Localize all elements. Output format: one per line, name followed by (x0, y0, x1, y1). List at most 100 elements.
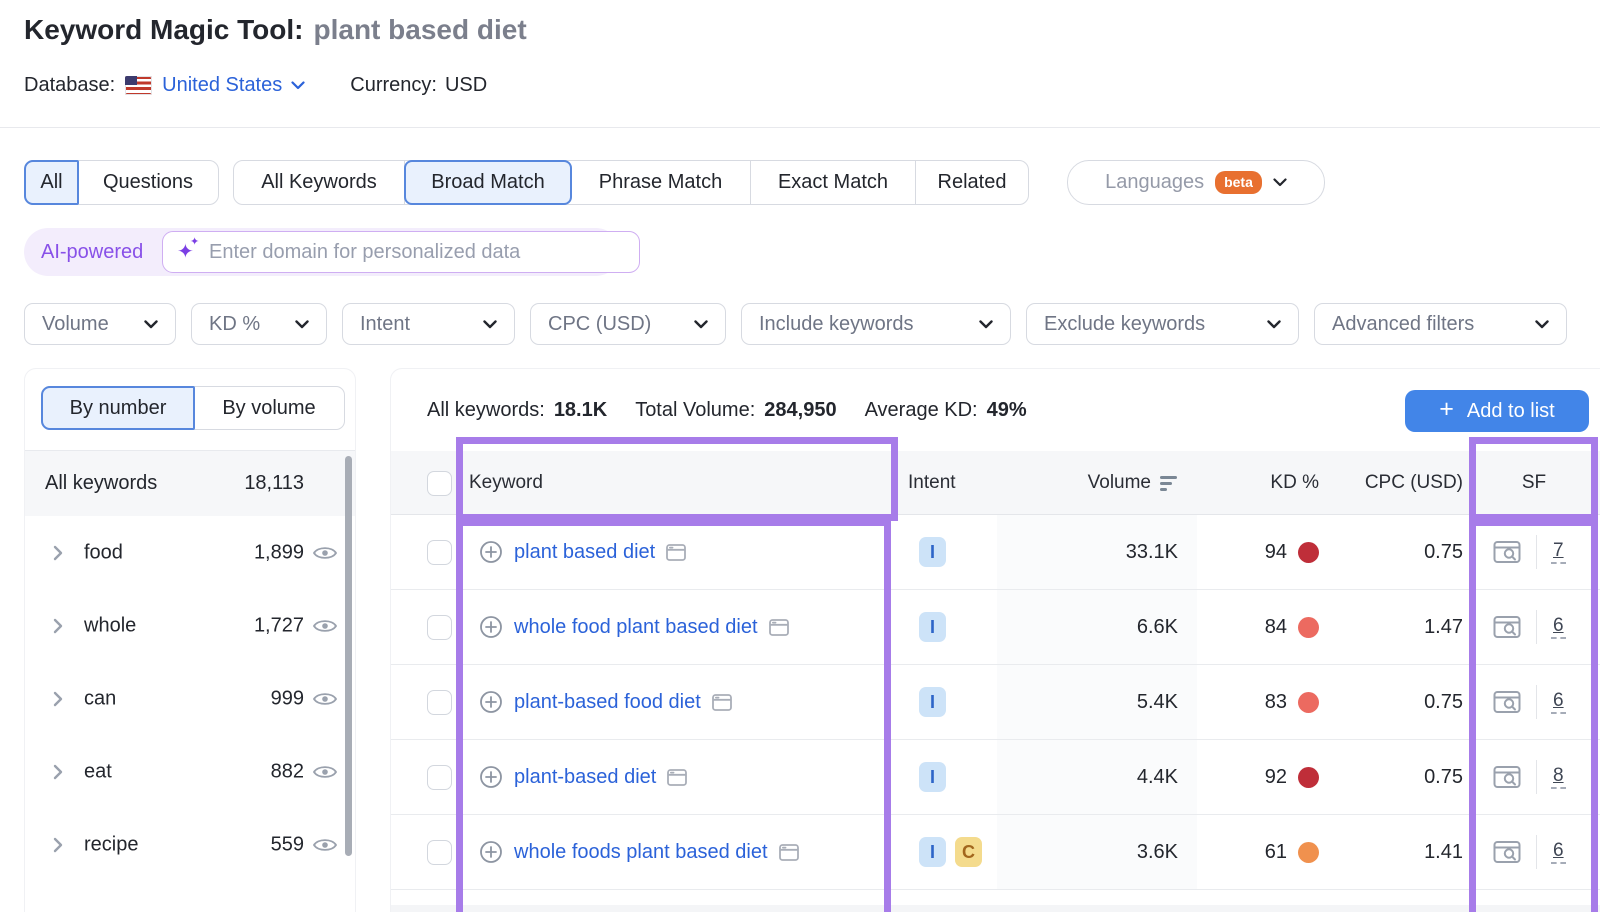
add-keyword-icon[interactable] (479, 765, 503, 789)
eye-icon[interactable] (312, 617, 338, 635)
tab-all-keywords[interactable]: All Keywords (234, 161, 405, 204)
match-tabs-row: All Questions All Keywords Broad Match P… (0, 160, 1600, 205)
add-keyword-icon[interactable] (479, 615, 503, 639)
tab-questions[interactable]: Questions (78, 161, 218, 204)
summary-all-keywords-value: 18.1K (554, 399, 607, 422)
intent-filter[interactable]: Intent (342, 303, 515, 345)
keyword-group-eat[interactable]: eat 882 (25, 735, 355, 808)
divider (1536, 610, 1537, 644)
include-keywords-filter[interactable]: Include keywords (741, 303, 1011, 345)
add-keyword-icon[interactable] (479, 690, 503, 714)
tab-phrase-match[interactable]: Phrase Match (571, 161, 751, 204)
eye-icon[interactable] (312, 690, 338, 708)
kd-filter[interactable]: KD % (191, 303, 327, 345)
keyword-link[interactable]: whole foods plant based diet (514, 841, 768, 864)
chevron-right-icon[interactable] (53, 618, 63, 634)
all-keywords-row[interactable]: All keywords 18,113 (25, 451, 355, 516)
cpc-value: 1.41 (1331, 815, 1463, 889)
advanced-filters[interactable]: Advanced filters (1314, 303, 1567, 345)
add-to-list-button[interactable]: + Add to list (1405, 390, 1589, 432)
languages-dropdown[interactable]: Languages beta (1067, 160, 1325, 205)
header-divider (0, 127, 1600, 128)
volume-value: 33.1K (997, 515, 1178, 589)
add-keyword-icon[interactable] (479, 540, 503, 564)
cpc-value: 0.75 (1331, 665, 1463, 739)
serp-preview-icon[interactable] (1493, 690, 1522, 714)
intent-badge-informational: I (919, 612, 946, 642)
serp-window-icon[interactable] (769, 619, 789, 636)
serp-window-icon[interactable] (779, 844, 799, 861)
toggle-by-number[interactable]: By number (41, 386, 195, 430)
keyword-group-recipe[interactable]: recipe 559 (25, 808, 355, 881)
select-all-checkbox[interactable] (427, 471, 452, 496)
summary-total-volume-value: 284,950 (764, 399, 836, 422)
keyword-link[interactable]: plant based diet (514, 541, 655, 564)
keyword-group-food[interactable]: food 1,899 (25, 516, 355, 589)
cpc-filter[interactable]: CPC (USD) (530, 303, 726, 345)
serp-window-icon[interactable] (712, 694, 732, 711)
chevron-down-icon (144, 320, 158, 329)
sf-count-link[interactable]: 6 (1551, 840, 1566, 865)
row-checkbox[interactable] (427, 615, 452, 640)
keyword-magic-tool-page: Keyword Magic Tool: plant based diet Data… (0, 0, 1600, 912)
chevron-right-icon[interactable] (53, 545, 63, 561)
database-label: Database: (24, 74, 115, 97)
row-checkbox[interactable] (427, 765, 452, 790)
ai-powered-label: AI-powered (41, 228, 143, 276)
tab-related[interactable]: Related (916, 161, 1028, 204)
sf-count-link[interactable]: 7 (1551, 540, 1566, 565)
all-keywords-label: All keywords (45, 472, 157, 495)
row-checkbox[interactable] (427, 690, 452, 715)
row-checkbox[interactable] (427, 840, 452, 865)
keyword-group-can[interactable]: can 999 (25, 662, 355, 735)
us-flag-icon (125, 76, 152, 95)
database-value: United States (162, 74, 282, 97)
all-keywords-count: 18,113 (244, 472, 304, 495)
serp-preview-icon[interactable] (1493, 840, 1522, 864)
tab-exact-match[interactable]: Exact Match (751, 161, 916, 204)
chevron-down-icon (483, 320, 497, 329)
cpc-column-header: CPC (USD) (1331, 451, 1463, 515)
eye-icon[interactable] (312, 544, 338, 562)
match-type-tab-group: All Keywords Broad Match Phrase Match Ex… (233, 160, 1029, 205)
table-row: plant-based food diet I 5.4K 83 0.75 6 (391, 665, 1600, 740)
toggle-by-volume[interactable]: By volume (194, 387, 344, 429)
keyword-link[interactable]: plant-based food diet (514, 691, 701, 714)
kd-column-header: KD % (1191, 451, 1319, 515)
table-row: whole food plant based diet I 6.6K 84 1.… (391, 590, 1600, 665)
domain-input[interactable] (209, 241, 625, 264)
tab-broad-match[interactable]: Broad Match (404, 160, 572, 205)
row-checkbox[interactable] (427, 540, 452, 565)
sidebar-scrollbar[interactable] (345, 456, 352, 856)
plus-icon: + (1439, 395, 1454, 424)
database-selector[interactable]: United States (162, 74, 305, 97)
sparkles-icon: ✦✦ (177, 239, 203, 265)
kd-value: 84 (1265, 616, 1287, 639)
keyword-link[interactable]: whole food plant based diet (514, 616, 758, 639)
sf-count-link[interactable]: 8 (1551, 765, 1566, 790)
serp-window-icon[interactable] (666, 544, 686, 561)
chevron-right-icon[interactable] (53, 691, 63, 707)
tab-all[interactable]: All (24, 160, 79, 205)
exclude-keywords-filter[interactable]: Exclude keywords (1026, 303, 1299, 345)
divider (1536, 835, 1537, 869)
serp-preview-icon[interactable] (1493, 615, 1522, 639)
page-title-main: Keyword Magic Tool: (24, 14, 304, 45)
serp-preview-icon[interactable] (1493, 765, 1522, 789)
volume-column-header[interactable]: Volume (997, 451, 1177, 515)
serp-preview-icon[interactable] (1493, 540, 1522, 564)
keyword-link[interactable]: plant-based diet (514, 766, 656, 789)
volume-filter[interactable]: Volume (24, 303, 176, 345)
eye-icon[interactable] (312, 836, 338, 854)
add-keyword-icon[interactable] (479, 840, 503, 864)
chevron-right-icon[interactable] (53, 764, 63, 780)
eye-icon[interactable] (312, 763, 338, 781)
beta-badge: beta (1215, 171, 1262, 194)
chevron-right-icon[interactable] (53, 837, 63, 853)
keyword-group-whole[interactable]: whole 1,727 (25, 589, 355, 662)
sf-count-link[interactable]: 6 (1551, 690, 1566, 715)
kd-dot (1298, 842, 1319, 863)
kd-value: 61 (1265, 841, 1287, 864)
serp-window-icon[interactable] (667, 769, 687, 786)
sf-count-link[interactable]: 6 (1551, 615, 1566, 640)
